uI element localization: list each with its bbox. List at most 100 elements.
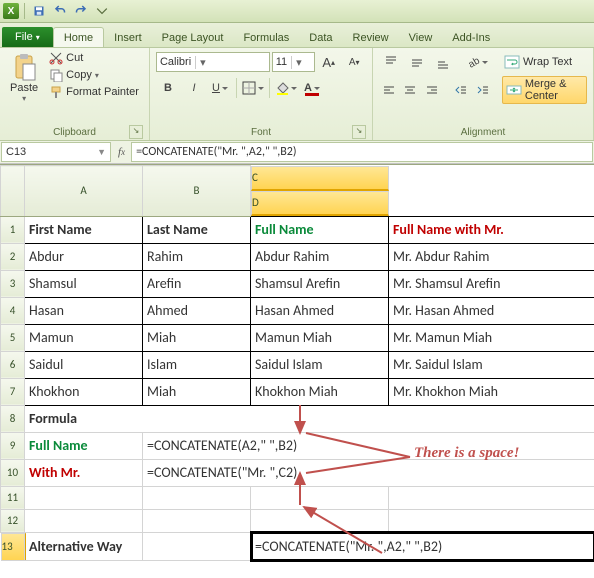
cell-B2[interactable]: Rahim — [143, 246, 250, 267]
cell-A6[interactable]: Saidul — [25, 354, 142, 375]
cell-B1[interactable]: Last Name — [143, 219, 250, 240]
select-all-corner[interactable] — [1, 166, 25, 217]
tab-insert[interactable]: Insert — [104, 28, 152, 47]
cell-A7[interactable]: Khokhon — [25, 381, 142, 402]
row-header-1[interactable]: 1 — [1, 216, 25, 243]
cell-A4[interactable]: Hasan — [25, 300, 142, 321]
row-header-7[interactable]: 7 — [1, 378, 25, 405]
row-header-5[interactable]: 5 — [1, 324, 25, 351]
copy-button[interactable]: Copy ▾ — [46, 67, 142, 83]
wrap-text-button[interactable]: Wrap Text — [501, 54, 575, 70]
cell-B7[interactable]: Miah — [143, 381, 250, 402]
col-header-A[interactable]: A — [25, 166, 143, 217]
font-launcher[interactable]: ↘ — [352, 125, 366, 139]
align-bottom-button[interactable] — [431, 50, 455, 74]
cell-C5[interactable]: Mamun Miah — [251, 327, 388, 348]
cell-A5[interactable]: Mamun — [25, 327, 142, 348]
worksheet-grid[interactable]: A B C D 1 First Name Last Name Full Name… — [0, 164, 594, 561]
cell-C1[interactable]: Full Name — [251, 219, 388, 240]
formula-bar: C13▼ fx =CONCATENATE("Mr. ",A2," ",B2) — [0, 141, 594, 164]
cell-A2[interactable]: Abdur — [25, 246, 142, 267]
cell-A9[interactable]: Full Name — [25, 435, 142, 456]
row-header-13[interactable]: 13 — [1, 533, 26, 561]
cell-B5[interactable]: Miah — [143, 327, 250, 348]
align-right-button[interactable] — [422, 78, 442, 102]
cell-D7[interactable]: Mr. Khokhon Miah — [389, 381, 594, 402]
cut-button[interactable]: Cut — [46, 50, 142, 66]
font-name-select[interactable]: Calibri▾ — [156, 52, 270, 72]
tab-data[interactable]: Data — [299, 28, 342, 47]
shrink-font-button[interactable]: A▾ — [342, 50, 366, 74]
col-header-C[interactable]: C — [251, 166, 389, 191]
cell-C2[interactable]: Abdur Rahim — [251, 246, 388, 267]
tab-home[interactable]: Home — [53, 27, 104, 47]
clipboard-launcher[interactable]: ↘ — [129, 125, 143, 139]
col-header-D[interactable]: D — [251, 191, 389, 216]
cell-A13[interactable]: Alternative Way — [25, 536, 142, 557]
align-left-button[interactable] — [379, 78, 399, 102]
cell-B3[interactable]: Arefin — [143, 273, 250, 294]
align-center-button[interactable] — [401, 78, 421, 102]
italic-button[interactable]: I — [182, 76, 206, 100]
cell-B10[interactable]: =CONCATENATE("Mr. ",C2) — [143, 462, 594, 483]
tab-addins[interactable]: Add-Ins — [442, 28, 500, 47]
cell-D2[interactable]: Mr. Abdur Rahim — [389, 246, 594, 267]
cell-D1[interactable]: Full Name with Mr. — [389, 219, 594, 240]
row-header-8[interactable]: 8 — [1, 405, 25, 432]
undo-button[interactable] — [51, 2, 69, 20]
font-color-button[interactable]: A — [300, 76, 324, 100]
cell-D4[interactable]: Mr. Hasan Ahmed — [389, 300, 594, 321]
tab-file[interactable]: File ▾ — [2, 27, 53, 47]
tab-view[interactable]: View — [399, 28, 443, 47]
row-header-11[interactable]: 11 — [1, 486, 25, 509]
cell-C7[interactable]: Khokhon Miah — [251, 381, 388, 402]
grow-font-button[interactable]: A▴ — [317, 50, 341, 74]
tab-formulas[interactable]: Formulas — [233, 28, 299, 47]
cell-A11[interactable] — [25, 496, 142, 500]
row-header-9[interactable]: 9 — [1, 432, 25, 459]
cell-A12[interactable] — [25, 519, 142, 523]
paste-button[interactable]: Paste▾ — [6, 50, 42, 126]
row-header-4[interactable]: 4 — [1, 297, 25, 324]
cell-B9[interactable]: =CONCATENATE(A2," ",B2) — [143, 435, 594, 456]
tab-review[interactable]: Review — [343, 28, 399, 47]
fill-color-button[interactable] — [274, 76, 298, 100]
cell-C6[interactable]: Saidul Islam — [251, 354, 388, 375]
bold-button[interactable]: B — [156, 76, 180, 100]
cell-B4[interactable]: Ahmed — [143, 300, 250, 321]
redo-button[interactable] — [72, 2, 90, 20]
format-painter-button[interactable]: Format Painter — [46, 84, 142, 100]
cell-D3[interactable]: Mr. Shamsul Arefin — [389, 273, 594, 294]
row-header-3[interactable]: 3 — [1, 270, 25, 297]
decrease-indent-button[interactable] — [450, 78, 470, 102]
orientation-button[interactable]: ab — [465, 50, 489, 74]
cell-D6[interactable]: Mr. Saidul Islam — [389, 354, 594, 375]
cell-B6[interactable]: Islam — [143, 354, 250, 375]
cell-A3[interactable]: Shamsul — [25, 273, 142, 294]
cell-A8[interactable]: Formula — [25, 408, 594, 429]
row-header-2[interactable]: 2 — [1, 243, 25, 270]
borders-button[interactable] — [241, 76, 265, 100]
col-header-B[interactable]: B — [143, 166, 251, 217]
cell-C13[interactable]: =CONCATENATE("Mr. ",A2," ",B2) — [251, 536, 594, 557]
row-header-12[interactable]: 12 — [1, 509, 25, 532]
underline-button[interactable]: U — [208, 76, 232, 100]
name-box[interactable]: C13▼ — [1, 142, 111, 162]
font-size-select[interactable]: 11▾ — [272, 52, 315, 72]
cell-C3[interactable]: Shamsul Arefin — [251, 273, 388, 294]
qat-customize-button[interactable] — [93, 2, 111, 20]
align-top-button[interactable] — [379, 50, 403, 74]
cell-D5[interactable]: Mr. Mamun Miah — [389, 327, 594, 348]
cell-A10[interactable]: With Mr. — [25, 462, 142, 483]
save-button[interactable] — [30, 2, 48, 20]
cell-C4[interactable]: Hasan Ahmed — [251, 300, 388, 321]
tab-page-layout[interactable]: Page Layout — [152, 28, 234, 47]
align-middle-button[interactable] — [405, 50, 429, 74]
cell-A1[interactable]: First Name — [25, 219, 142, 240]
increase-indent-button[interactable] — [472, 78, 492, 102]
fx-icon[interactable]: fx — [118, 146, 125, 158]
row-header-6[interactable]: 6 — [1, 351, 25, 378]
merge-center-button[interactable]: Merge & Center — [502, 76, 587, 104]
row-header-10[interactable]: 10 — [1, 459, 25, 486]
formula-input[interactable]: =CONCATENATE("Mr. ",A2," ",B2) — [131, 142, 593, 162]
